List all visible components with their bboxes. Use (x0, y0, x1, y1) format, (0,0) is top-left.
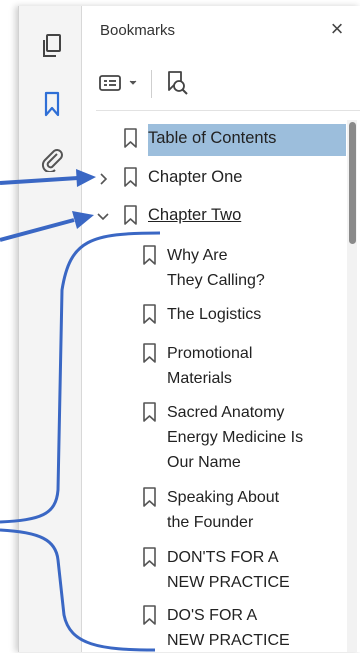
bookmark-label-line: NEW PRACTICE (167, 632, 290, 649)
bookmark-item-promotional-materials[interactable]: Promotional Materials (141, 341, 252, 391)
bookmark-icon (143, 605, 156, 625)
bookmark-icon (143, 487, 156, 507)
bookmark-label-line: NEW PRACTICE (167, 574, 290, 591)
collapse-chevron-icon[interactable] (96, 210, 110, 224)
bookmark-label-line: Materials (167, 370, 232, 387)
bookmark-tree: Table of Contents Chapter One Chapter Tw… (0, 0, 360, 652)
bookmark-icon (124, 205, 137, 225)
bookmark-item-table-of-contents[interactable]: Table of Contents (122, 126, 276, 151)
bookmark-item-chapter-two[interactable]: Chapter Two (122, 203, 241, 228)
scrollbar-thumb[interactable] (349, 122, 356, 244)
bookmark-label: Table of Contents (148, 129, 277, 147)
bookmark-label-line: Our Name (167, 454, 241, 471)
bookmark-icon (143, 245, 156, 265)
bookmark-label-line: They Calling? (167, 272, 265, 289)
bookmark-icon (143, 402, 156, 422)
bookmark-icon (143, 343, 156, 363)
bookmark-icon (143, 304, 156, 324)
expand-chevron-icon[interactable] (97, 172, 111, 186)
bookmark-label-line: Promotional (167, 345, 253, 362)
bookmark-label-line: DON'TS FOR A (167, 549, 279, 566)
bookmark-item-donts-for-a-new-practice[interactable]: DON'TS FOR A NEW PRACTICE (141, 545, 290, 595)
bookmark-label-line: Speaking About (167, 489, 280, 506)
bookmark-icon (124, 128, 137, 148)
bookmark-label-line: the Founder (167, 514, 254, 531)
bookmark-label: Chapter One (148, 168, 243, 186)
bookmark-item-the-logistics[interactable]: The Logistics (141, 302, 261, 327)
bookmark-label: Chapter Two (148, 206, 242, 224)
acrobat-bookmarks-panel-screenshot: Bookmarks × Table of Contents Chapter On… (0, 0, 360, 652)
bookmark-label-line: DO'S FOR A (167, 607, 258, 624)
bookmark-label-line: Energy Medicine Is (167, 429, 304, 446)
bookmark-item-chapter-one[interactable]: Chapter One (122, 165, 242, 190)
bookmark-label-line: Why Are (167, 247, 228, 264)
bookmark-item-why-are-they-calling[interactable]: Why Are They Calling? (141, 243, 265, 293)
bookmark-label-line: The Logistics (167, 306, 262, 323)
bookmark-icon (143, 547, 156, 567)
bookmark-item-dos-for-a-new-practice[interactable]: DO'S FOR A NEW PRACTICE (141, 603, 290, 653)
bookmark-icon (124, 167, 137, 187)
bookmark-item-sacred-anatomy[interactable]: Sacred Anatomy Energy Medicine Is Our Na… (141, 400, 303, 475)
bookmark-item-speaking-about-the-founder[interactable]: Speaking About the Founder (141, 485, 279, 535)
bookmark-label-line: Sacred Anatomy (167, 404, 285, 421)
